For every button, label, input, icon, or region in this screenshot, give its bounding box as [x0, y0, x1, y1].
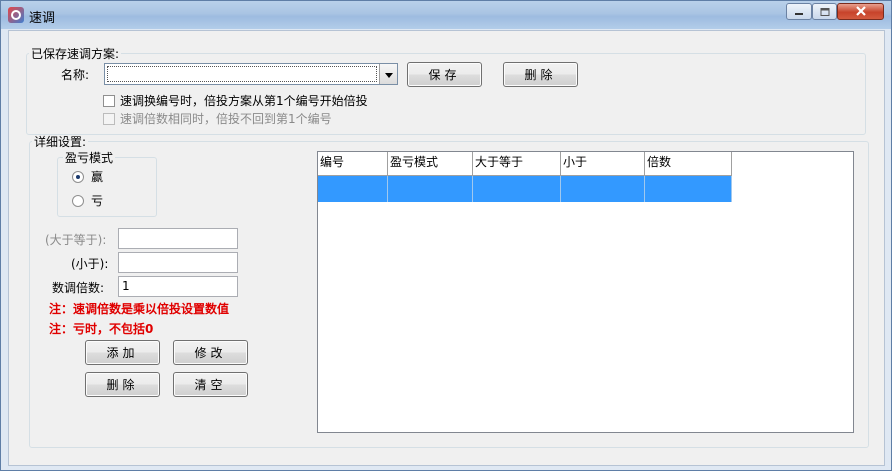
minimize-icon	[794, 5, 804, 19]
minimize-button[interactable]	[786, 3, 812, 20]
no-return-label: 速调倍数相同时，倍投不回到第1个编号	[120, 112, 332, 126]
scheme-name-combo[interactable]	[104, 63, 398, 85]
restart-multiplier-label: 速调换编号时，倍投方案从第1个编号开始倍投	[120, 94, 368, 108]
table-cell[interactable]	[473, 176, 561, 202]
detail-settings-label: 详细设置:	[32, 135, 89, 149]
app-icon	[8, 7, 24, 23]
column-header-number[interactable]: 编号	[318, 152, 388, 176]
modify-button[interactable]: 修改	[173, 340, 248, 365]
combo-focus-rect	[107, 66, 377, 82]
delete-scheme-button[interactable]: 删除	[503, 62, 578, 87]
note-loss: 注：亏时，不包括0	[49, 322, 154, 336]
add-button[interactable]: 添加	[85, 340, 160, 365]
saved-schemes-label: 已保存速调方案:	[29, 47, 122, 61]
mode-win-label: 赢	[91, 170, 104, 184]
window-title: 速调	[29, 11, 56, 26]
column-header-mode[interactable]: 盈亏模式	[388, 152, 473, 176]
multiplier-input[interactable]: 1	[118, 276, 238, 297]
gte-input[interactable]	[118, 228, 238, 249]
table-cell[interactable]	[561, 176, 645, 202]
combo-dropdown-button[interactable]	[379, 64, 397, 84]
multiplier-label: 数调倍数:	[52, 281, 105, 295]
lt-input[interactable]	[118, 252, 238, 273]
table-cell[interactable]	[645, 176, 732, 202]
table-cell[interactable]	[318, 176, 388, 202]
mode-group-label: 盈亏模式	[63, 151, 116, 165]
mode-group	[57, 157, 157, 217]
maximize-icon	[820, 5, 830, 19]
mode-win-radio[interactable]	[72, 171, 84, 183]
chevron-down-icon	[384, 67, 393, 81]
rules-table[interactable]: 编号 盈亏模式 大于等于 小于 倍数	[317, 151, 854, 433]
column-header-gte[interactable]: 大于等于	[473, 152, 561, 176]
column-header-multiplier[interactable]: 倍数	[645, 152, 732, 176]
lt-label: (小于):	[71, 257, 109, 271]
client-area: 已保存速调方案: 名称: 保存 删除 速调换编号时，倍投方案从第1个编号开始倍投…	[8, 30, 885, 466]
close-icon	[855, 5, 867, 19]
clear-button[interactable]: 清空	[173, 372, 248, 397]
delete-rule-button[interactable]: 删除	[85, 372, 160, 397]
no-return-checkbox	[103, 113, 115, 125]
gte-label: (大于等于):	[45, 233, 107, 247]
maximize-button[interactable]	[812, 3, 837, 20]
save-button[interactable]: 保存	[407, 62, 482, 87]
restart-multiplier-checkbox[interactable]	[103, 95, 115, 107]
mode-loss-radio[interactable]	[72, 195, 84, 207]
table-cell[interactable]	[388, 176, 473, 202]
speed-adjust-window: 速调 已保存速调方案: 名称: 保存 删除 速调换编号时，倍投方案从第1个编号开…	[0, 0, 892, 471]
name-label: 名称:	[61, 68, 90, 82]
note-multiplier: 注：速调倍数是乘以倍投设置数值	[49, 302, 230, 316]
column-header-lt[interactable]: 小于	[561, 152, 645, 176]
close-button[interactable]	[837, 3, 884, 20]
mode-loss-label: 亏	[91, 194, 104, 208]
title-bar[interactable]: 速调	[1, 1, 891, 29]
